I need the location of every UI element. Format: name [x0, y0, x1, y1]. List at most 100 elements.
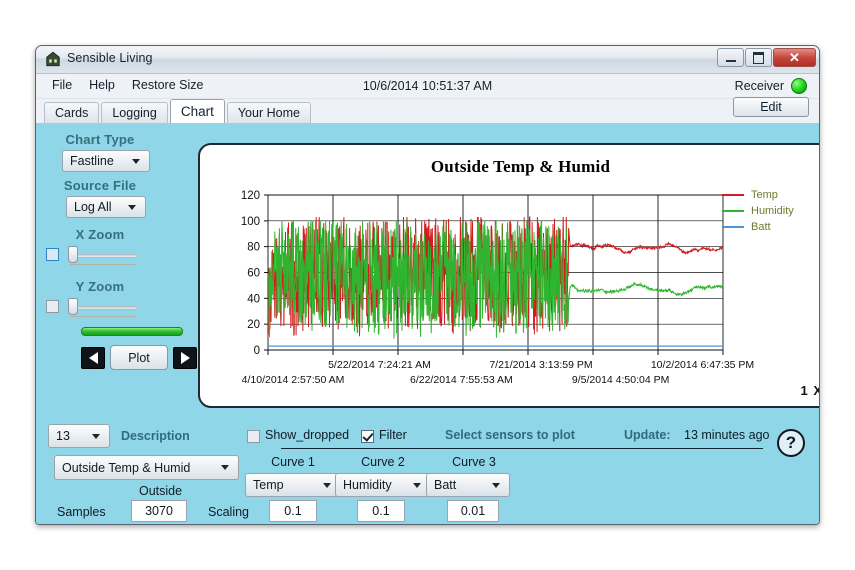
application-window: Sensible Living ✕ File Help Restore Size…	[35, 45, 820, 525]
curve-1-scaling[interactable]: 0.1	[269, 500, 317, 522]
scaling-label: Scaling	[208, 505, 249, 519]
arrow-right-icon	[180, 351, 190, 364]
select-sensors-label: Select sensors to plot	[445, 428, 575, 442]
x-zoom-checkbox[interactable]	[46, 248, 59, 261]
legend-label-batt: Batt	[751, 221, 771, 233]
curve-1-label: Curve 1	[271, 455, 315, 469]
record-count-select[interactable]: 13	[48, 424, 110, 448]
curve-3-select[interactable]: Batt	[426, 473, 510, 497]
legend-item-batt: Batt	[722, 219, 794, 235]
curve-2-scaling[interactable]: 0.1	[357, 500, 405, 522]
source-file-value: Log All	[74, 200, 112, 214]
legend-item-temp: Temp	[722, 187, 794, 203]
maximize-icon	[753, 51, 764, 64]
chart-zoom-indicator: 1 X	[800, 383, 819, 398]
menu-bar: File Help Restore Size 10/6/2014 10:51:3…	[36, 74, 819, 99]
title-bar: Sensible Living ✕	[36, 46, 819, 74]
previous-button[interactable]	[81, 346, 105, 369]
curve-2-select[interactable]: Humidity	[335, 473, 431, 497]
plot-button[interactable]: Plot	[110, 345, 168, 370]
svg-text:60: 60	[247, 268, 260, 280]
legend-label-temp: Temp	[751, 189, 778, 201]
description-select[interactable]: Outside Temp & Humid	[54, 455, 239, 480]
chart-legend: Temp Humidity Batt	[722, 187, 794, 235]
svg-text:5/22/2014 7:24:21 AM: 5/22/2014 7:24:21 AM	[328, 359, 431, 371]
next-button[interactable]	[173, 346, 197, 369]
curve-2-sensor: Humidity	[343, 478, 392, 492]
plot-progress-bar	[81, 327, 183, 336]
chevron-down-icon	[413, 482, 421, 488]
close-button[interactable]: ✕	[773, 48, 816, 67]
chevron-down-icon	[492, 482, 500, 488]
svg-text:20: 20	[247, 319, 260, 331]
svg-text:40: 40	[247, 293, 260, 305]
outside-label: Outside	[139, 484, 183, 498]
filter-checkbox[interactable]	[361, 430, 374, 443]
chart-plot-area: 0 20 40 60 80 100 120 4/10/2014 2:57:50 AM 5/22/…	[241, 190, 754, 386]
window-title: Sensible Living	[67, 51, 153, 65]
x-zoom-tickbar	[70, 264, 136, 265]
samples-label: Samples	[57, 505, 106, 519]
x-zoom-thumb[interactable]	[68, 246, 78, 263]
tab-chart[interactable]: Chart	[169, 99, 225, 123]
y-zoom-thumb[interactable]	[68, 298, 78, 315]
receiver-status-led	[791, 78, 807, 94]
receiver-status: Receiver	[735, 78, 807, 94]
panel-underline	[281, 448, 763, 449]
x-zoom-slider-row	[36, 244, 164, 266]
edit-button[interactable]: Edit	[733, 97, 809, 117]
svg-text:100: 100	[241, 216, 260, 228]
update-value: 13 minutes ago	[684, 428, 770, 442]
chart-panel[interactable]: Outside Temp & Humid 0 20 40 60 80 100 120 4/10…	[198, 143, 819, 408]
app-body: Chart Type Fastline Source File Log All …	[36, 123, 819, 524]
curve-3-label: Curve 3	[452, 455, 496, 469]
curve-1-select[interactable]: Temp	[245, 473, 341, 497]
svg-text:6/22/2014 7:55:53 AM: 6/22/2014 7:55:53 AM	[410, 374, 513, 386]
chevron-down-icon	[323, 482, 331, 488]
chevron-down-icon	[221, 465, 229, 470]
chart-type-value: Fastline	[70, 154, 114, 168]
bottom-panel: 13 Description Show_dropped Filter Selec…	[36, 415, 819, 524]
svg-text:4/10/2014 2:57:50 AM: 4/10/2014 2:57:50 AM	[242, 374, 345, 386]
source-file-select[interactable]: Log All	[66, 196, 146, 218]
chart-controls-panel: Chart Type Fastline Source File Log All …	[36, 123, 197, 393]
legend-label-humidity: Humidity	[751, 205, 794, 217]
y-zoom-tickbar	[70, 316, 136, 317]
minimize-icon	[725, 59, 736, 62]
tab-logging[interactable]: Logging	[101, 102, 168, 123]
y-zoom-track[interactable]	[68, 306, 138, 310]
house-icon	[46, 51, 60, 67]
curve-3-scaling[interactable]: 0.01	[447, 500, 499, 522]
help-button[interactable]: ?	[777, 429, 805, 457]
x-zoom-track[interactable]	[68, 254, 138, 258]
description-label: Description	[121, 429, 190, 443]
svg-text:10/2/2014 6:47:35 PM: 10/2/2014 6:47:35 PM	[651, 359, 754, 371]
chevron-down-icon	[132, 158, 140, 164]
tab-list: Cards Logging Chart Your Home	[44, 99, 313, 123]
chevron-down-icon	[92, 433, 100, 439]
legend-swatch-batt	[722, 225, 744, 229]
svg-text:7/21/2014 3:13:59 PM: 7/21/2014 3:13:59 PM	[489, 359, 592, 371]
window-controls: ✕	[717, 48, 816, 67]
svg-text:120: 120	[241, 190, 260, 202]
maximize-button[interactable]	[745, 48, 772, 67]
y-zoom-checkbox[interactable]	[46, 300, 59, 313]
show-dropped-checkbox[interactable]	[247, 430, 260, 443]
chevron-down-icon	[128, 204, 136, 210]
curve-2-label: Curve 2	[361, 455, 405, 469]
y-zoom-label: Y Zoom	[75, 279, 125, 294]
x-zoom-label: X Zoom	[75, 227, 125, 242]
chart-type-label: Chart Type	[65, 132, 135, 147]
svg-text:80: 80	[247, 242, 260, 254]
samples-value[interactable]: 3070	[131, 500, 187, 522]
y-zoom-slider-row	[36, 296, 164, 318]
arrow-left-icon	[88, 351, 98, 364]
filter-label: Filter	[379, 428, 407, 442]
svg-text:9/5/2014 4:50:04 PM: 9/5/2014 4:50:04 PM	[572, 374, 670, 386]
show-dropped-label: Show_dropped	[265, 428, 350, 442]
tab-cards[interactable]: Cards	[44, 102, 100, 123]
tab-your-home[interactable]: Your Home	[226, 102, 311, 123]
legend-swatch-temp	[722, 193, 744, 197]
minimize-button[interactable]	[717, 48, 744, 67]
chart-type-select[interactable]: Fastline	[62, 150, 150, 172]
